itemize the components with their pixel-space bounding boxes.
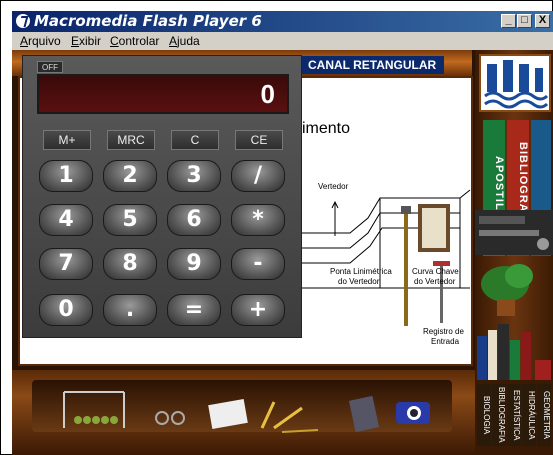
off-button[interactable]: OFF [37, 61, 63, 73]
book-small-1[interactable]: BIOLOGIA [477, 384, 491, 446]
flash-stage: CANAL RETANGULAR imento Vertedor Ponta L… [12, 50, 553, 455]
desk [12, 370, 475, 455]
title-bar[interactable]: Macromedia Flash Player 6 _ □ X [12, 11, 553, 32]
pencils-icon [260, 401, 319, 433]
book-small-2[interactable]: BIBLIOGRAFIA [492, 384, 506, 446]
menu-exibir[interactable]: Exibir [71, 34, 101, 48]
key-9[interactable]: 9 [167, 248, 221, 280]
desk-tools [63, 391, 430, 433]
key-divide[interactable]: / [231, 160, 285, 192]
newtons-cradle-icon [63, 391, 125, 428]
book-small-3[interactable]: ESTATÍSTICA [507, 384, 521, 446]
notepad-icon [208, 399, 248, 429]
glasses-icon [155, 411, 185, 425]
bottom-books-row: BIOLOGIA BIBLIOGRAFIA ESTATÍSTICA HIDRÁU… [475, 380, 553, 455]
key-7[interactable]: 7 [39, 248, 93, 280]
key-1[interactable]: 1 [39, 160, 93, 192]
flash-icon [16, 14, 30, 28]
minimize-button[interactable]: _ [501, 14, 516, 28]
label-vertedor: Vertedor [318, 182, 349, 191]
mrc-button[interactable]: MRC [107, 130, 155, 150]
channel-banner: CANAL RETANGULAR [298, 56, 444, 74]
key-6[interactable]: 6 [167, 204, 221, 236]
small-books-row [475, 318, 553, 380]
book-small-4[interactable]: HIDRÁULICA [522, 384, 536, 446]
key-minus[interactable]: - [231, 248, 285, 280]
key-3[interactable]: 3 [167, 160, 221, 192]
key-decimal[interactable]: . [103, 294, 157, 326]
label-registro-2: Entrada [431, 337, 460, 346]
calculator-icon [348, 395, 380, 433]
key-0[interactable]: 0 [39, 294, 93, 326]
flash-player-window: Macromedia Flash Player 6 _ □ X Arquivo … [0, 0, 553, 455]
calculator-display: 0 [37, 74, 289, 114]
institution-logo [479, 54, 551, 112]
clear-button[interactable]: C [171, 130, 219, 150]
m-plus-button[interactable]: M+ [43, 130, 91, 150]
menu-arquivo[interactable]: Arquivo [20, 34, 61, 48]
label-ponta-2: do Vertedor [338, 277, 380, 286]
key-2[interactable]: 2 [103, 160, 157, 192]
key-equals[interactable]: = [167, 294, 221, 326]
key-multiply[interactable]: * [231, 204, 285, 236]
maximize-button[interactable]: □ [517, 14, 532, 28]
potted-plant [481, 264, 533, 316]
close-button[interactable]: X [535, 14, 550, 28]
bookshelf: APOSTILA BIBLIOGRAFIA BIOLOGIA BIBLIOGRA… [475, 50, 553, 455]
menu-controlar[interactable]: Controlar [110, 34, 159, 48]
logo-mark [484, 60, 549, 109]
label-registro-1: Registro de [423, 327, 464, 336]
menu-ajuda[interactable]: Ajuda [169, 34, 200, 48]
label-ponta-1: Ponta Linimétrica [330, 267, 392, 276]
key-4[interactable]: 4 [39, 204, 93, 236]
key-8[interactable]: 8 [103, 248, 157, 280]
camera-icon [396, 402, 430, 424]
window-title: Macromedia Flash Player 6 [34, 12, 262, 30]
label-curva-1: Curva Chave [412, 267, 459, 276]
calculator: OFF 0 M+ MRC C CE 1 2 3 / 4 5 6 * 7 8 9 … [22, 55, 302, 338]
stereo-device [475, 210, 553, 255]
label-curva-2: do Vertedor [414, 277, 456, 286]
menu-bar: Arquivo Exibir Controlar Ajuda [12, 32, 553, 50]
clear-entry-button[interactable]: CE [235, 130, 283, 150]
key-5[interactable]: 5 [103, 204, 157, 236]
key-plus[interactable]: + [231, 294, 285, 326]
book-small-5[interactable]: GEOMETRIA [537, 384, 551, 446]
